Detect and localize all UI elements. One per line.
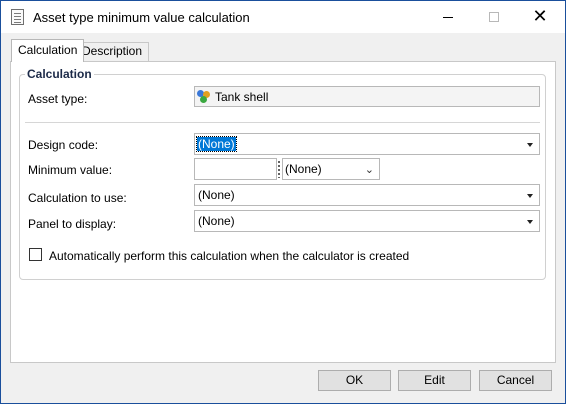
asset-bubbles-icon [197,89,213,104]
calculation-to-use-label: Calculation to use: [28,191,127,205]
calculation-to-use-value: (None) [198,188,235,202]
cancel-button[interactable]: Cancel [479,370,552,391]
calculation-to-use-select[interactable]: (None) [194,184,540,206]
design-code-select[interactable]: (None) [194,133,540,155]
chevron-down-icon[interactable]: ⌄ [365,163,374,176]
dropdown-arrow-icon[interactable] [527,143,533,147]
close-icon: ✕ [532,6,548,27]
footer-divider [2,363,564,364]
auto-perform-checkbox[interactable] [29,248,42,261]
edit-button[interactable]: Edit [398,370,471,391]
splitter-handle-icon[interactable] [278,160,280,178]
minimize-button[interactable] [425,1,471,33]
unit-value: (None) [285,162,322,176]
unit-select[interactable]: (None) ⌄ [282,158,380,180]
tab-description[interactable]: Description [75,42,150,61]
panel-to-display-select[interactable]: (None) [194,210,540,232]
panel-to-display-label: Panel to display: [28,217,117,231]
window-title: Asset type minimum value calculation [33,10,250,25]
ok-button[interactable]: OK [318,370,391,391]
minimum-value-label: Minimum value: [28,163,113,177]
group-title: Calculation [25,67,94,81]
document-icon [11,9,24,25]
title-bar[interactable]: Asset type minimum value calculation ✕ [1,1,565,33]
panel-to-display-value: (None) [198,214,235,228]
minimize-icon [443,16,453,18]
maximize-icon [489,12,499,22]
asset-type-value: Tank shell [215,89,269,104]
minimum-value-input[interactable] [194,158,277,180]
asset-type-field: Tank shell [194,86,540,107]
design-code-label: Design code: [28,138,99,152]
dropdown-arrow-icon[interactable] [527,194,533,198]
tab-calculation[interactable]: Calculation [11,39,85,62]
design-code-value: (None) [196,136,237,152]
auto-perform-label[interactable]: Automatically perform this calculation w… [49,249,409,263]
section-divider [25,122,540,123]
dialog-window: Asset type minimum value calculation ✕ C… [0,0,566,404]
maximize-button[interactable] [471,1,517,33]
dropdown-arrow-icon[interactable] [527,220,533,224]
close-button[interactable]: ✕ [517,1,563,33]
asset-type-label: Asset type: [28,92,88,106]
